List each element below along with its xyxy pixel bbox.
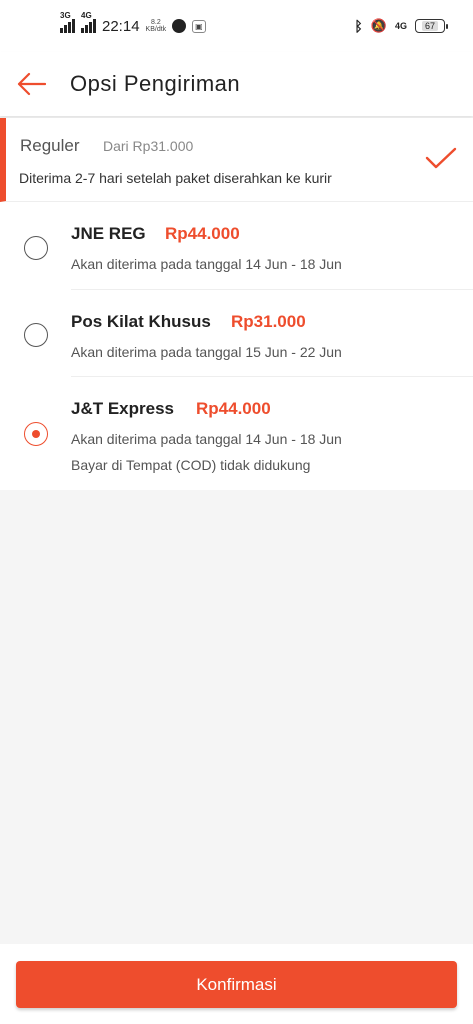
group-title: Reguler — [20, 136, 80, 155]
shipping-group-reguler[interactable]: Reguler Dari Rp31.000 Diterima 2-7 hari … — [0, 118, 473, 202]
option-name: J&T Express — [71, 399, 174, 418]
status-bar: 3G 4G 22:14 8.2 KB/dtk ▣ ᛒ 🔕 4G 67 — [0, 0, 473, 52]
radio-button[interactable] — [24, 323, 48, 347]
signal-3g-icon: 3G — [60, 11, 75, 33]
radio-button-selected[interactable] — [24, 422, 48, 446]
status-bar-left: 3G 4G 22:14 8.2 KB/dtk ▣ — [60, 11, 206, 35]
arrow-left-icon — [17, 72, 46, 96]
notification-dot-icon — [172, 19, 187, 33]
back-button[interactable] — [0, 52, 66, 116]
battery-icon: 67 — [415, 19, 448, 33]
page-title: Opsi Pengiriman — [70, 71, 241, 96]
lte-icon: 4G — [394, 21, 407, 31]
option-cod-note: Bayar di Tempat (COD) tidak didukung — [71, 457, 311, 473]
app-notification-icon: ▣ — [192, 19, 206, 33]
option-name: Pos Kilat Khusus — [71, 312, 211, 331]
shipping-option-pos-kilat-khusus[interactable]: Pos Kilat Khusus Rp31.000 Akan diterima … — [0, 290, 473, 377]
clock: 22:14 — [102, 17, 140, 35]
network-speed: 8.2 KB/dtk — [145, 19, 167, 33]
bluetooth-icon: ᛒ — [354, 18, 363, 34]
status-bar-right: ᛒ 🔕 4G 67 — [354, 18, 448, 34]
confirm-button[interactable]: Konfirmasi — [16, 961, 457, 1008]
option-price: Rp31.000 — [231, 312, 306, 331]
bottom-bar: Konfirmasi — [0, 944, 473, 1024]
app-bar: Opsi Pengiriman — [0, 52, 473, 116]
shipping-option-jnt-express[interactable]: J&T Express Rp44.000 Akan diterima pada … — [0, 377, 473, 490]
option-eta: Akan diterima pada tanggal 14 Jun - 18 J… — [71, 431, 342, 447]
option-price: Rp44.000 — [196, 399, 271, 418]
shipping-options-card: Reguler Dari Rp31.000 Diterima 2-7 hari … — [0, 118, 473, 490]
option-name: JNE REG — [71, 224, 146, 243]
bell-muted-icon: 🔕 — [370, 18, 387, 33]
signal-4g-icon: 4G — [81, 11, 96, 33]
group-subtitle: Dari Rp31.000 — [103, 138, 194, 154]
checkmark-icon — [425, 147, 457, 169]
option-eta: Akan diterima pada tanggal 14 Jun - 18 J… — [71, 256, 342, 272]
shipping-option-jne-reg[interactable]: JNE REG Rp44.000 Akan diterima pada tang… — [0, 202, 473, 290]
option-price: Rp44.000 — [165, 224, 240, 243]
group-description: Diterima 2-7 hari setelah paket diserahk… — [19, 170, 332, 186]
radio-button[interactable] — [24, 236, 48, 260]
battery-level: 67 — [421, 21, 438, 31]
option-eta: Akan diterima pada tanggal 15 Jun - 22 J… — [71, 344, 342, 360]
